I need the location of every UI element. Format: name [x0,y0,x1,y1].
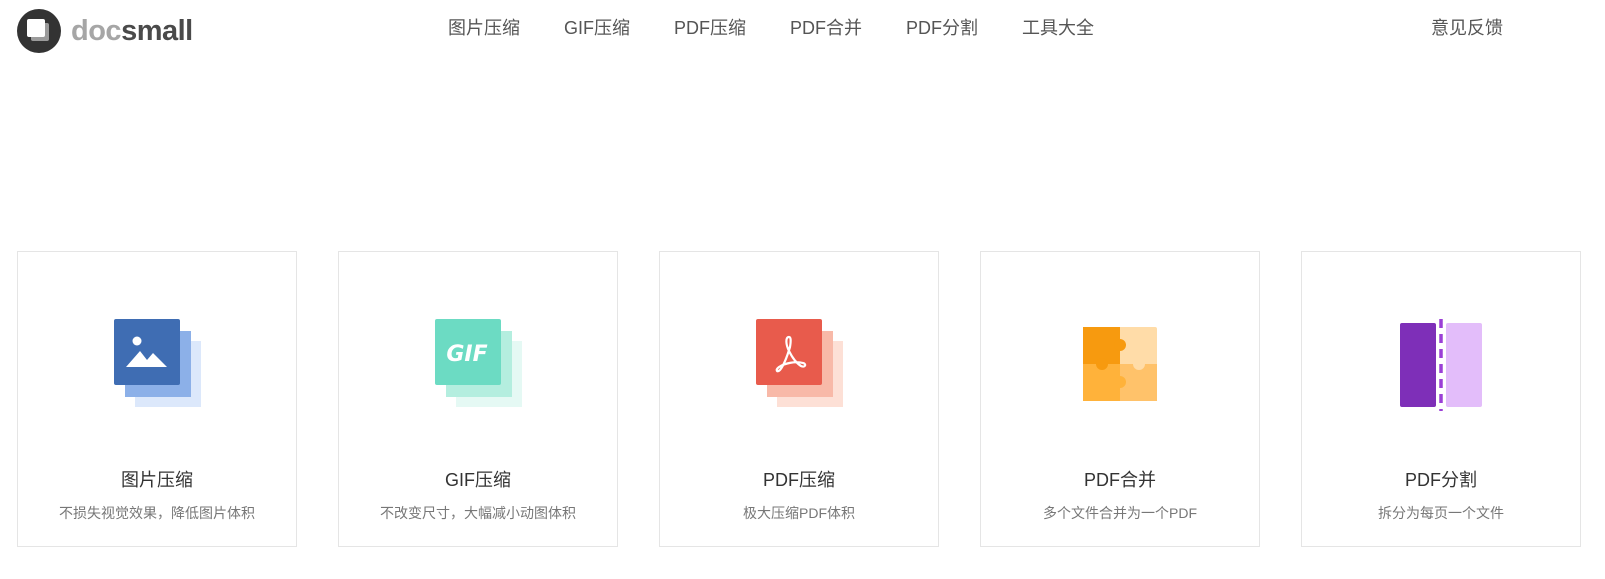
tool-description: 不改变尺寸，大幅减小动图体积 [380,505,576,521]
tool-title: 图片压缩 [121,470,193,490]
tool-title: PDF压缩 [763,470,835,490]
image-stack-icon [114,319,201,407]
tool-description: 不损失视觉效果，降低图片体积 [59,505,255,521]
nav-item-pdf-merge[interactable]: PDF合并 [790,16,862,40]
logo-wordmark: docsmall [71,9,193,53]
nav-item-pdf-split[interactable]: PDF分割 [906,16,978,40]
tool-title: PDF合并 [1084,470,1156,490]
site-header: docsmall 图片压缩 GIF压缩 PDF压缩 PDF合并 PDF分割 工具… [0,0,1605,60]
logo-text-small: small [121,15,193,47]
nav-item-image-compress[interactable]: 图片压缩 [448,16,520,40]
puzzle-icon [1083,327,1157,401]
tool-card-pdf-compress[interactable]: PDF压缩 极大压缩PDF体积 [659,251,939,547]
tool-description: 多个文件合并为一个PDF [1043,505,1197,521]
tool-description: 拆分为每页一个文件 [1378,505,1504,521]
feedback-link[interactable]: 意见反馈 [1431,16,1503,40]
tool-description: 极大压缩PDF体积 [743,505,855,521]
pdf-stack-icon [756,319,843,407]
logo-text-doc: doc [71,15,122,47]
tool-card-gif-compress[interactable]: GIF GIF压缩 不改变尺寸，大幅减小动图体积 [338,251,618,547]
tool-title: GIF压缩 [445,470,511,490]
tool-card-image-compress[interactable]: 图片压缩 不损失视觉效果，降低图片体积 [17,251,297,547]
nav-item-all-tools[interactable]: 工具大全 [1022,16,1094,40]
tool-card-pdf-merge[interactable]: PDF合并 多个文件合并为一个PDF [980,251,1260,547]
nav-item-pdf-compress[interactable]: PDF压缩 [674,16,746,40]
gif-stack-icon: GIF [435,319,522,407]
split-pages-icon [1400,319,1482,411]
docsmall-logo[interactable]: docsmall [17,9,193,53]
main-nav: 图片压缩 GIF压缩 PDF压缩 PDF合并 PDF分割 工具大全 [448,16,1138,40]
gif-icon-label: GIF [446,342,487,367]
tool-card-pdf-split[interactable]: PDF分割 拆分为每页一个文件 [1301,251,1581,547]
nav-item-gif-compress[interactable]: GIF压缩 [564,16,630,40]
tool-title: PDF分割 [1405,470,1477,490]
logo-mark-icon [17,9,61,53]
tool-cards: 图片压缩 不损失视觉效果，降低图片体积 GIF GIF压缩 不改变尺寸，大幅减小… [17,251,1581,547]
